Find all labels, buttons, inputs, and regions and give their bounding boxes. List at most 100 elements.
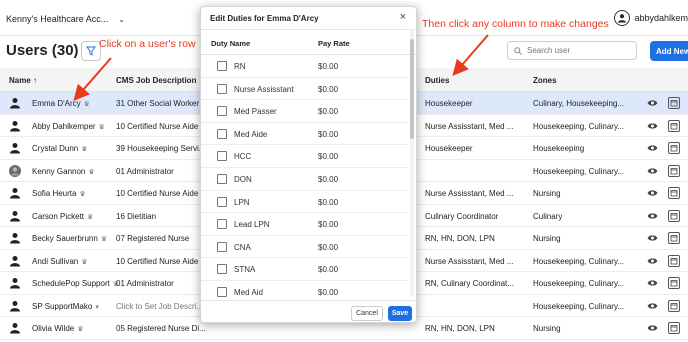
pay-rate[interactable]: $0.00 — [318, 175, 338, 184]
cancel-button[interactable]: Cancel — [351, 306, 383, 321]
job-description[interactable]: Click to Set Job Descri... — [116, 302, 203, 311]
pay-rate[interactable]: $0.00 — [318, 243, 338, 252]
eye-icon[interactable] — [647, 166, 658, 176]
duty-checkbox[interactable] — [217, 264, 227, 275]
org-switcher[interactable]: Kenny's Healthcare Acc... ⌄ — [6, 14, 125, 24]
pay-rate[interactable]: $0.00 — [318, 220, 338, 229]
job-description[interactable]: 16 Dietitian — [116, 212, 156, 221]
eye-icon[interactable] — [647, 301, 658, 311]
duties-cell[interactable]: RN, HN, DON, LPN — [425, 234, 495, 243]
duty-name: STNA — [234, 265, 256, 275]
eye-icon[interactable] — [647, 233, 658, 243]
pay-rate[interactable]: $0.00 — [318, 107, 338, 116]
zones-cell[interactable]: Culinary — [533, 212, 562, 221]
calendar-icon[interactable] — [668, 299, 680, 312]
zones-cell[interactable]: Housekeeping, Culinary... — [533, 167, 624, 176]
column-header-name[interactable]: Name ↑ — [9, 76, 37, 85]
job-description[interactable]: 01 Administrator — [116, 279, 174, 288]
job-description[interactable]: 10 Certified Nurse Aide — [116, 189, 198, 198]
eye-icon[interactable] — [647, 188, 658, 198]
duty-name: Lead LPN — [234, 220, 270, 230]
filter-icon — [86, 46, 96, 56]
zones-cell[interactable]: Nursing — [533, 189, 561, 198]
calendar-icon[interactable] — [668, 164, 680, 177]
calendar-icon[interactable] — [668, 232, 680, 244]
zones-cell[interactable]: Housekeeping, Culinary... — [533, 302, 624, 311]
modal-scrollbar[interactable] — [410, 29, 414, 297]
duties-cell[interactable]: Nurse Assisstant, Med ... — [425, 122, 513, 131]
eye-icon[interactable] — [647, 121, 658, 131]
user-name: Emma D'Arcy ♛ — [32, 99, 90, 108]
zones-cell[interactable]: Nursing — [533, 234, 561, 243]
add-new-button[interactable]: Add New — [650, 41, 688, 61]
calendar-icon[interactable] — [668, 97, 680, 109]
job-description[interactable]: 05 Registered Nurse Di... — [116, 324, 206, 333]
duty-checkbox[interactable] — [217, 196, 227, 207]
save-button[interactable]: Save — [388, 306, 412, 321]
job-description[interactable]: 31 Other Social Worker — [116, 99, 199, 108]
calendar-icon[interactable] — [668, 322, 680, 334]
pay-rate[interactable]: $0.00 — [318, 265, 338, 274]
duties-cell[interactable]: Nurse Assisstant, Med ... — [425, 189, 513, 198]
duty-checkbox[interactable] — [217, 61, 227, 71]
calendar-icon[interactable] — [668, 209, 680, 222]
eye-icon[interactable] — [647, 323, 658, 333]
user-name: SP SupportMako ▾ — [32, 301, 99, 311]
calendar-icon[interactable] — [668, 119, 680, 132]
calendar-icon[interactable] — [668, 187, 680, 199]
user-icon — [9, 300, 21, 312]
eye-icon[interactable] — [647, 211, 658, 221]
pay-rate[interactable]: $0.00 — [318, 85, 338, 94]
eye-icon[interactable] — [647, 278, 658, 288]
duties-cell[interactable]: Housekeeper — [425, 99, 473, 108]
zones-cell[interactable]: Housekeeping, Culinary... — [533, 122, 624, 131]
column-header-zones[interactable]: Zones — [533, 76, 557, 85]
job-description[interactable]: 07 Registered Nurse — [116, 234, 189, 243]
zones-cell[interactable]: Housekeeping, Culinary... — [533, 279, 624, 288]
duty-checkbox[interactable] — [217, 151, 227, 162]
duties-cell[interactable]: Culinary Coordinator — [425, 212, 498, 221]
duties-cell[interactable]: RN, HN, DON, LPN — [425, 324, 495, 333]
pay-rate[interactable]: $0.00 — [318, 130, 338, 139]
job-description[interactable]: 10 Certified Nurse Aide — [116, 257, 198, 266]
pay-rate[interactable]: $0.00 — [318, 62, 338, 71]
calendar-icon[interactable] — [668, 142, 680, 154]
calendar-icon[interactable] — [668, 254, 680, 267]
job-description[interactable]: 39 Housekeeping Servi... — [116, 144, 205, 153]
zones-cell[interactable]: Culinary, Housekeeping... — [533, 99, 624, 108]
zones-cell[interactable]: Nursing — [533, 324, 561, 333]
pay-rate[interactable]: $0.00 — [318, 152, 338, 161]
eye-icon[interactable] — [647, 143, 658, 153]
eye-icon[interactable] — [647, 98, 658, 108]
duties-cell[interactable]: Housekeeper — [425, 144, 473, 153]
column-header-duties[interactable]: Duties — [425, 76, 449, 85]
column-header-job[interactable]: CMS Job Description — [116, 76, 196, 85]
search-input[interactable] — [527, 46, 627, 55]
zones-cell[interactable]: Housekeeping — [533, 144, 584, 153]
duty-checkbox[interactable] — [217, 128, 227, 139]
duties-cell[interactable]: Nurse Assisstant, Med ... — [425, 257, 513, 266]
eye-icon[interactable] — [647, 256, 658, 266]
duty-checkbox[interactable] — [217, 174, 227, 184]
zones-cell[interactable]: Housekeeping, Culinary... — [533, 257, 624, 266]
duty-checkbox[interactable] — [217, 219, 227, 230]
filter-button[interactable] — [81, 41, 101, 61]
duty-checkbox[interactable] — [217, 106, 227, 117]
scroll-thumb[interactable] — [410, 39, 414, 139]
duty-checkbox[interactable] — [217, 287, 227, 297]
calendar-icon[interactable] — [668, 277, 680, 289]
duties-cell[interactable]: RN, Culinary Coordinat... — [425, 279, 514, 288]
search-box[interactable] — [507, 41, 637, 60]
close-icon[interactable]: × — [400, 11, 406, 23]
user-menu[interactable]: abbydahlkem — [614, 10, 688, 26]
user-icon — [9, 187, 21, 199]
duty-checkbox[interactable] — [217, 83, 227, 94]
job-description[interactable]: 01 Administrator — [116, 167, 174, 176]
job-description[interactable]: 10 Certified Nurse Aide — [116, 122, 198, 131]
chevron-down-icon[interactable]: ▾ — [95, 304, 99, 311]
duty-name: Med Aid — [234, 288, 263, 297]
duty-name: Med Passer — [234, 107, 277, 117]
pay-rate[interactable]: $0.00 — [318, 288, 338, 297]
duty-checkbox[interactable] — [217, 241, 227, 252]
pay-rate[interactable]: $0.00 — [318, 198, 338, 207]
